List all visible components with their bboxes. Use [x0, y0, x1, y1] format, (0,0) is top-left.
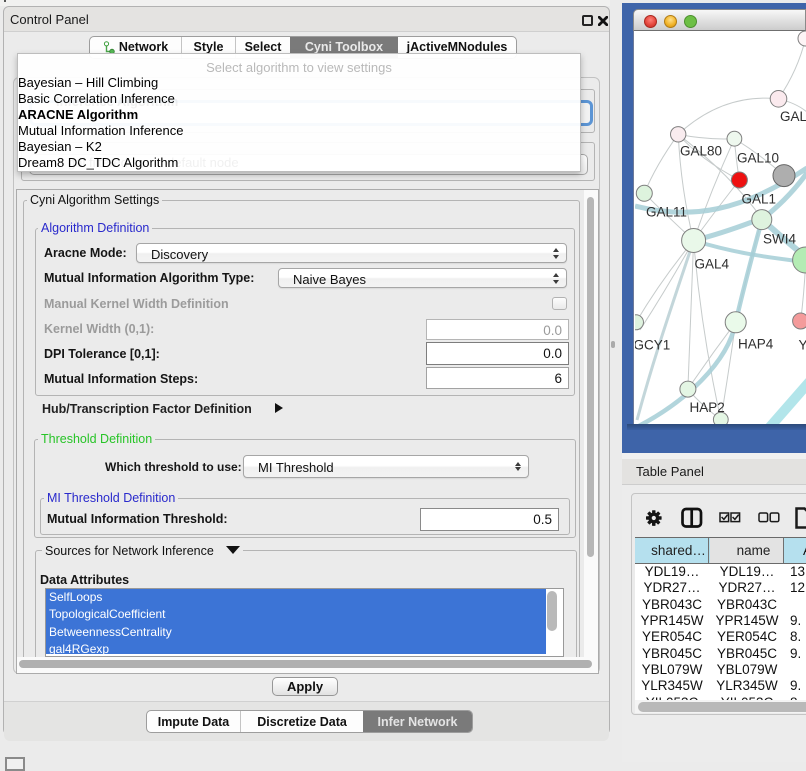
- svg-text:HAP2: HAP2: [690, 400, 725, 415]
- svg-text:GAL80: GAL80: [680, 144, 722, 159]
- svg-text:GAL1: GAL1: [742, 192, 777, 207]
- svg-text:GAL10: GAL10: [737, 150, 779, 165]
- svg-text:GAL11: GAL11: [646, 204, 687, 219]
- svg-text:SWI4: SWI4: [763, 232, 796, 247]
- svg-text:HAP4: HAP4: [738, 336, 774, 351]
- svg-text:Y: Y: [799, 338, 806, 353]
- svg-text:GCY1: GCY1: [635, 338, 670, 353]
- svg-text:GAL4: GAL4: [695, 257, 730, 272]
- svg-text:GAL7: GAL7: [780, 109, 806, 124]
